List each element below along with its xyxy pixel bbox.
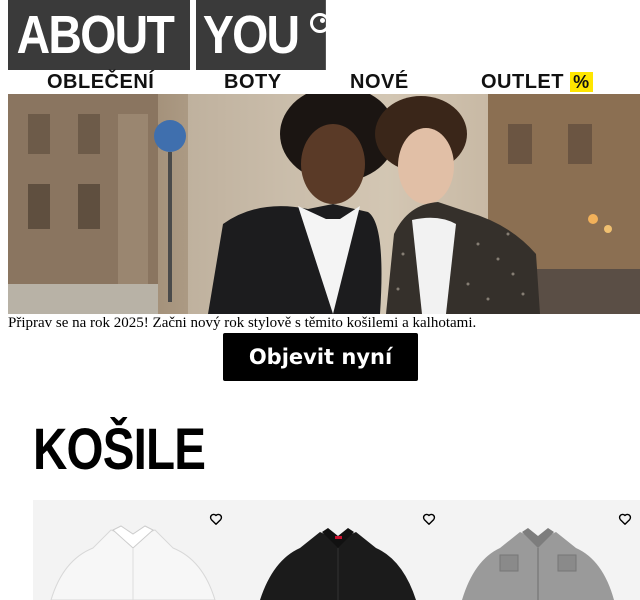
nav-item-outlet-label: OUTLET [481,71,564,93]
section-title: KOŠILE [33,417,206,482]
window [78,114,100,154]
brand-logo[interactable]: ABOUT YOU [8,0,330,70]
person-right-face [398,128,454,204]
window [78,184,100,229]
logo-you: YOU [196,0,326,70]
sign-pole [168,152,172,302]
main-nav: OBLEČENÍ BOTY NOVÉ OUTLET % [0,70,640,94]
logo-text-you: YOU [202,5,300,65]
logo-text-about: ABOUT [16,5,175,65]
window [28,184,50,229]
product-card[interactable] [238,500,438,600]
street-light [588,214,598,224]
white-shirt-image [50,525,216,600]
window [28,114,50,154]
street-light [604,225,612,233]
hero-image[interactable] [8,94,640,314]
logo-divider [190,0,195,70]
car [8,284,158,314]
promo-text: Připrav se na rok 2025! Začni nový rok s… [8,315,477,331]
outlet-percent-badge: % [570,72,593,92]
discover-now-button[interactable]: Objevit nyní [223,333,418,381]
nav-item-obleceni[interactable]: OBLEČENÍ [47,70,154,94]
product-card[interactable] [438,500,638,600]
product-grid [33,500,640,600]
window [508,124,532,164]
logo-circle-icon [310,13,330,33]
window [568,124,592,164]
street-sign [154,120,186,152]
grey-shirt-image [462,528,614,600]
nav-item-outlet[interactable]: OUTLET % [481,70,593,94]
hero-illustration [8,94,640,314]
black-shirt-image [260,528,416,600]
logo-about: ABOUT [8,0,192,70]
person-left-face [301,124,365,204]
product-card[interactable] [33,500,233,600]
nav-item-nove[interactable]: NOVÉ [350,70,409,94]
building-column [118,114,148,294]
nav-item-boty[interactable]: BOTY [224,70,282,94]
street-crowd [528,269,640,314]
